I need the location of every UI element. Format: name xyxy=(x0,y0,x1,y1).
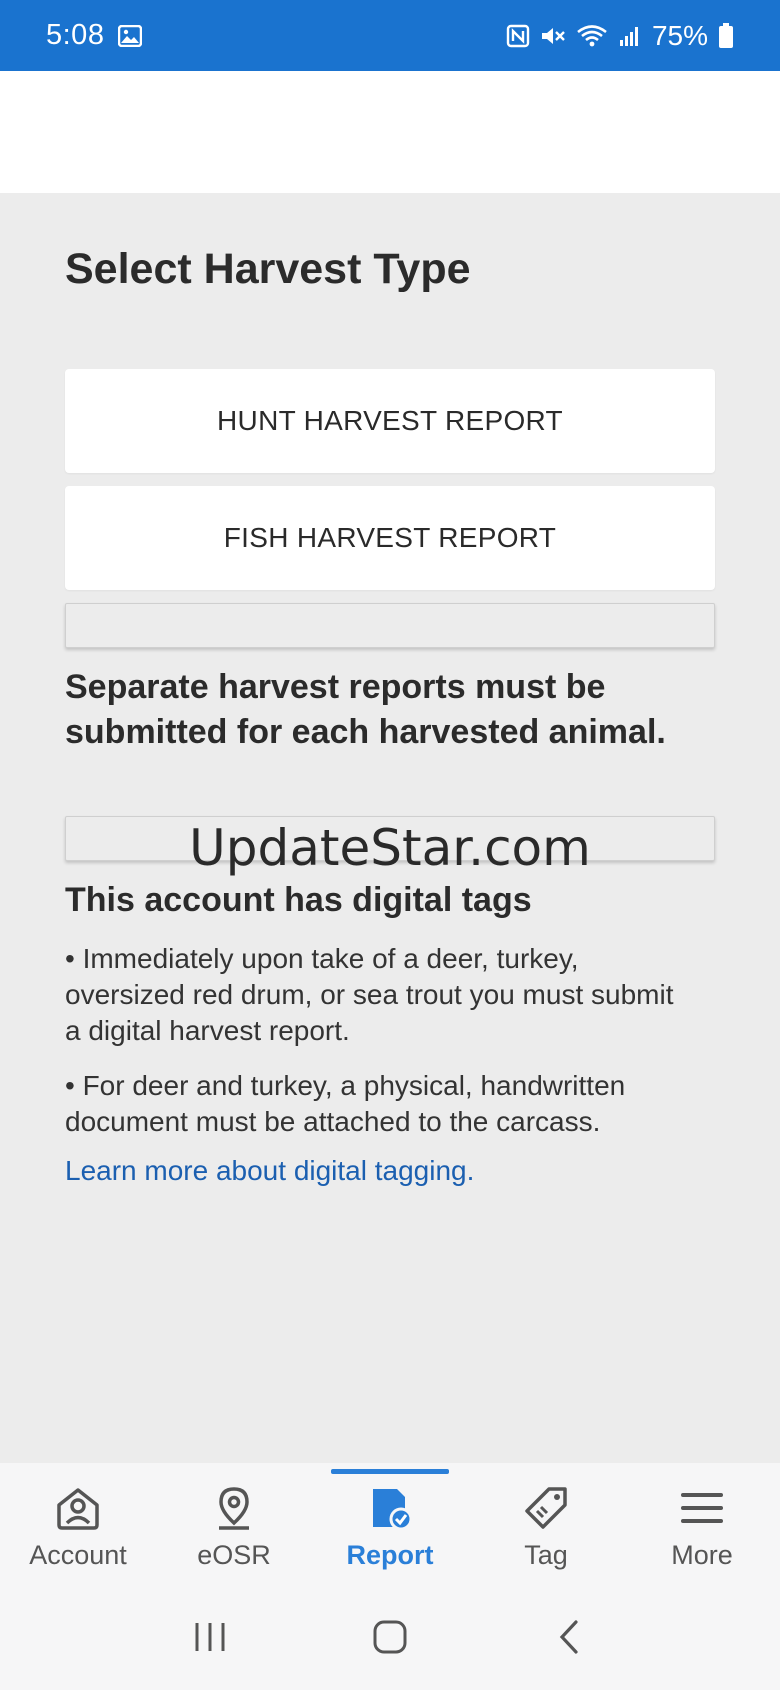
status-time: 5:08 xyxy=(46,19,105,51)
nav-item-eosr[interactable]: eOSR xyxy=(156,1463,312,1583)
nav-label-account: Account xyxy=(29,1540,127,1570)
nav-label-report: Report xyxy=(346,1540,434,1570)
nav-label-tag: Tag xyxy=(524,1540,568,1570)
hunt-harvest-report-button[interactable]: HUNT HARVEST REPORT xyxy=(65,369,715,473)
back-icon[interactable] xyxy=(552,1619,588,1655)
nav-item-tag[interactable]: Tag xyxy=(468,1463,624,1583)
nav-item-report[interactable]: Report xyxy=(312,1463,468,1583)
recents-icon[interactable] xyxy=(192,1619,228,1655)
battery-icon xyxy=(718,22,734,49)
signal-icon xyxy=(618,24,642,48)
menu-icon xyxy=(679,1485,725,1536)
report-icon xyxy=(367,1485,413,1536)
nav-label-eosr: eOSR xyxy=(197,1540,271,1570)
app-header xyxy=(0,71,780,193)
nfc-icon xyxy=(506,24,530,48)
active-tab-indicator xyxy=(331,1469,449,1474)
wifi-icon xyxy=(576,24,608,48)
nav-item-account[interactable]: Account xyxy=(0,1463,156,1583)
learn-more-digital-tagging-link[interactable]: Learn more about digital tagging. xyxy=(65,1155,474,1187)
separate-reports-notice: Separate harvest reports must be submitt… xyxy=(65,668,666,751)
status-bar: 5:08 75% xyxy=(0,0,780,71)
fish-harvest-report-button[interactable]: FISH HARVEST REPORT xyxy=(65,486,715,590)
separator-panel xyxy=(65,603,715,648)
home-icon[interactable] xyxy=(372,1619,408,1655)
main-content: Select Harvest Type HUNT HARVEST REPORT … xyxy=(0,193,780,1463)
mute-icon xyxy=(540,24,566,48)
account-icon xyxy=(55,1485,101,1536)
digital-tags-heading: This account has digital tags xyxy=(65,881,532,919)
bottom-nav: Account eOSR Report Tag More xyxy=(0,1463,780,1583)
watermark-text: UpdateStar.com xyxy=(189,819,591,877)
nav-label-more: More xyxy=(671,1540,733,1570)
nav-item-more[interactable]: More xyxy=(624,1463,780,1583)
page-title: Select Harvest Type xyxy=(65,245,471,293)
battery-percent: 75% xyxy=(651,19,708,51)
digital-tags-bullet: • For deer and turkey, a physical, handw… xyxy=(65,1070,626,1137)
system-nav-bar xyxy=(0,1583,780,1690)
location-pin-icon xyxy=(211,1485,257,1536)
image-icon xyxy=(118,24,143,47)
digital-tags-bullet: • Immediately upon take of a deer, turke… xyxy=(65,943,674,1046)
tag-icon xyxy=(523,1485,569,1536)
